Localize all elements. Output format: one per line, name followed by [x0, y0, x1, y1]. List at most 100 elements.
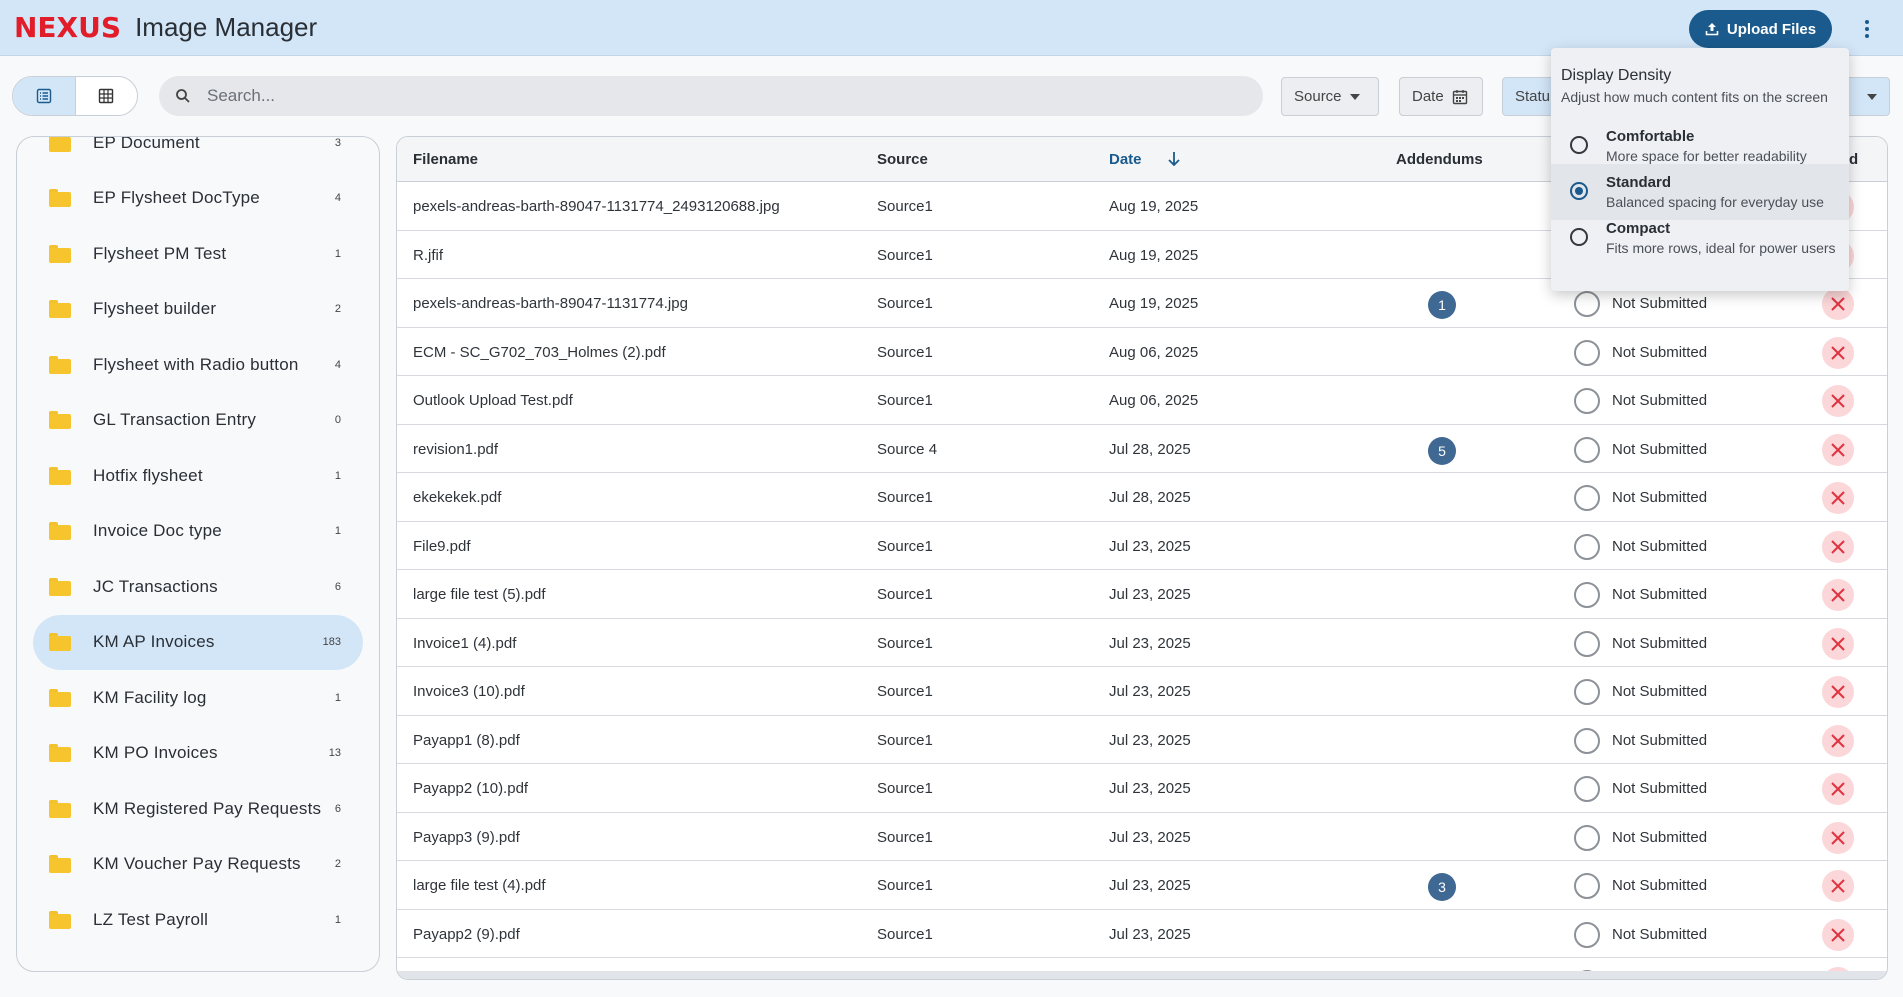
- sidebar-folder-item[interactable]: Flysheet with Radio button 4: [33, 337, 363, 393]
- column-source[interactable]: Source: [877, 151, 928, 168]
- source-filter[interactable]: Source: [1281, 77, 1379, 116]
- density-option-description: More space for better readability: [1606, 148, 1807, 164]
- cell-filename[interactable]: ECM - SC_G702_703_Holmes (2).pdf: [413, 344, 666, 361]
- grid-view-button[interactable]: [74, 77, 138, 115]
- addendum-count-badge[interactable]: 1: [1428, 291, 1456, 319]
- delete-button[interactable]: [1822, 821, 1854, 854]
- table-row[interactable]: Invoice1 (4).pdf Source1 Jul 23, 2025 Not S…: [397, 619, 1887, 667]
- cell-filename[interactable]: large file test (5).pdf: [413, 586, 546, 603]
- cell-filename[interactable]: Outlook Upload Test.pdf: [413, 392, 573, 409]
- cell-filename[interactable]: File9.pdf: [413, 538, 471, 555]
- cell-date: Jul 23, 2025: [1109, 586, 1191, 603]
- sidebar-folder-item[interactable]: KM Voucher Pay Requests 2: [33, 837, 363, 893]
- status-radio[interactable]: [1574, 436, 1600, 463]
- table-row[interactable]: Outlook Upload Test.pdf Source1 Aug 06, 20…: [397, 376, 1887, 425]
- delete-button[interactable]: [1822, 482, 1854, 514]
- cell-filename[interactable]: Payapp1 (8).pdf: [413, 732, 520, 749]
- folder-icon: [49, 137, 71, 152]
- folder-name: KM AP Invoices: [93, 632, 215, 652]
- status-radio[interactable]: [1574, 776, 1600, 802]
- upload-files-button[interactable]: Upload Files: [1689, 10, 1832, 48]
- delete-button[interactable]: [1822, 918, 1854, 951]
- cell-status: Not Submitted: [1612, 634, 1708, 652]
- sidebar-folder-item[interactable]: Hotfix flysheet 1: [33, 448, 363, 504]
- delete-button[interactable]: [1822, 336, 1854, 369]
- horizontal-scrollbar[interactable]: [397, 971, 1887, 979]
- density-option-compact[interactable]: Compact Fits more rows, ideal for power u…: [1551, 210, 1849, 266]
- delete-button[interactable]: [1822, 676, 1854, 708]
- cell-date: Jul 28, 2025: [1109, 489, 1191, 506]
- table-row[interactable]: Payapp2 (10).pdf Source1 Jul 23, 2025 Not S…: [397, 764, 1887, 813]
- sidebar-folder-item[interactable]: LZ Test Payroll 1: [33, 892, 363, 948]
- status-radio[interactable]: [1574, 921, 1600, 948]
- sidebar-folder-item[interactable]: GL Transaction Entry 0: [33, 393, 363, 449]
- table-row[interactable]: File9.pdf Source1 Jul 23, 2025 Not Submitte…: [397, 522, 1887, 570]
- status-radio[interactable]: [1574, 824, 1600, 851]
- delete-button[interactable]: [1822, 773, 1854, 805]
- table-row[interactable]: large file test (4).pdf Source1 Jul 23, 20…: [397, 861, 1887, 910]
- list-view-button[interactable]: [13, 77, 75, 115]
- table-row[interactable]: Payapp3 (9).pdf Source1 Jul 23, 2025 Not Su…: [397, 813, 1887, 861]
- cell-filename[interactable]: pexels-andreas-barth-89047-1131774_24931…: [413, 198, 780, 215]
- cell-filename[interactable]: large file test (4).pdf: [413, 877, 546, 894]
- more-vert-icon[interactable]: [1855, 14, 1879, 44]
- search-input[interactable]: [207, 86, 1107, 106]
- cell-filename[interactable]: Payapp3 (9).pdf: [413, 829, 520, 846]
- sidebar-folder-item[interactable]: KM Registered Pay Requests 6: [33, 781, 363, 837]
- column-addendums[interactable]: Addendums: [1396, 151, 1483, 168]
- status-radio[interactable]: [1574, 388, 1600, 414]
- delete-button[interactable]: [1822, 724, 1854, 757]
- delete-button[interactable]: [1822, 530, 1854, 563]
- cell-filename[interactable]: R.jfif: [413, 247, 443, 264]
- column-date[interactable]: Date: [1109, 151, 1142, 168]
- arrow-down-icon[interactable]: [1167, 151, 1181, 167]
- column-filename[interactable]: Filename: [413, 151, 478, 168]
- cell-filename[interactable]: Payapp2 (10).pdf: [413, 780, 528, 797]
- status-radio[interactable]: [1574, 727, 1600, 754]
- addendum-count-badge[interactable]: 3: [1428, 873, 1456, 901]
- cell-source: Source1: [877, 683, 933, 700]
- status-radio[interactable]: [1574, 582, 1600, 608]
- delete-button[interactable]: [1822, 579, 1854, 611]
- status-radio[interactable]: [1574, 630, 1600, 657]
- status-radio[interactable]: [1574, 485, 1600, 511]
- delete-button[interactable]: [1822, 433, 1854, 466]
- sidebar-folder-item[interactable]: Invoice Doc type 1: [33, 504, 363, 560]
- cell-filename[interactable]: Invoice3 (10).pdf: [413, 683, 525, 700]
- sidebar-folder-item[interactable]: Flysheet builder 2: [33, 282, 363, 338]
- sidebar-folder-item[interactable]: KM Facility log 1: [33, 670, 363, 726]
- sidebar-folder-item[interactable]: KM AP Invoices 183: [33, 614, 363, 670]
- table-row[interactable]: revision1.pdf Source 4 Jul 28, 2025 5 Not Su…: [397, 425, 1887, 473]
- delete-button[interactable]: [1822, 627, 1854, 660]
- density-radio[interactable]: [1570, 228, 1588, 246]
- sidebar-folder-item[interactable]: KM PO Invoices 13: [33, 726, 363, 782]
- delete-button[interactable]: [1822, 288, 1854, 320]
- table-row[interactable]: Payapp2 (9).pdf Source1 Jul 23, 2025 Not Su…: [397, 910, 1887, 958]
- sidebar-folder-item[interactable]: EP Document 3: [33, 137, 363, 171]
- cell-filename[interactable]: Payapp2 (9).pdf: [413, 926, 520, 943]
- sidebar-folder-item[interactable]: Flysheet PM Test 1: [33, 226, 363, 282]
- table-row[interactable]: large file test (5).pdf Source1 Jul 23, 20…: [397, 570, 1887, 619]
- cell-filename[interactable]: revision1.pdf: [413, 441, 498, 458]
- cell-filename[interactable]: pexels-andreas-barth-89047-1131774.jpg: [413, 295, 688, 312]
- density-radio[interactable]: [1570, 182, 1588, 200]
- addendum-count-badge[interactable]: 5: [1428, 436, 1456, 465]
- delete-button[interactable]: [1822, 385, 1854, 417]
- delete-button[interactable]: [1822, 870, 1854, 902]
- table-row[interactable]: Payapp1 (8).pdf Source1 Jul 23, 2025 Not Su…: [397, 716, 1887, 764]
- density-radio[interactable]: [1570, 136, 1588, 154]
- table-row[interactable]: ekekekek.pdf Source1 Jul 28, 2025 Not Submi…: [397, 473, 1887, 522]
- status-radio[interactable]: [1574, 679, 1600, 705]
- sidebar-folder-item[interactable]: EP Flysheet DocType 4: [33, 171, 363, 227]
- status-radio[interactable]: [1574, 533, 1600, 560]
- status-radio[interactable]: [1574, 339, 1600, 366]
- table-row[interactable]: Invoice3 (10).pdf Source1 Jul 23, 2025 Not …: [397, 667, 1887, 716]
- cell-filename[interactable]: ekekekek.pdf: [413, 489, 501, 506]
- table-row[interactable]: ECM - SC_G702_703_Holmes (2).pdf Source1 A…: [397, 328, 1887, 376]
- sidebar-folder-item[interactable]: JC Transactions 6: [33, 559, 363, 615]
- cell-filename[interactable]: Invoice1 (4).pdf: [413, 635, 516, 652]
- status-radio[interactable]: [1574, 873, 1600, 899]
- folder-name: KM PO Invoices: [93, 743, 218, 763]
- status-radio[interactable]: [1574, 291, 1600, 317]
- date-filter[interactable]: Date: [1399, 77, 1483, 116]
